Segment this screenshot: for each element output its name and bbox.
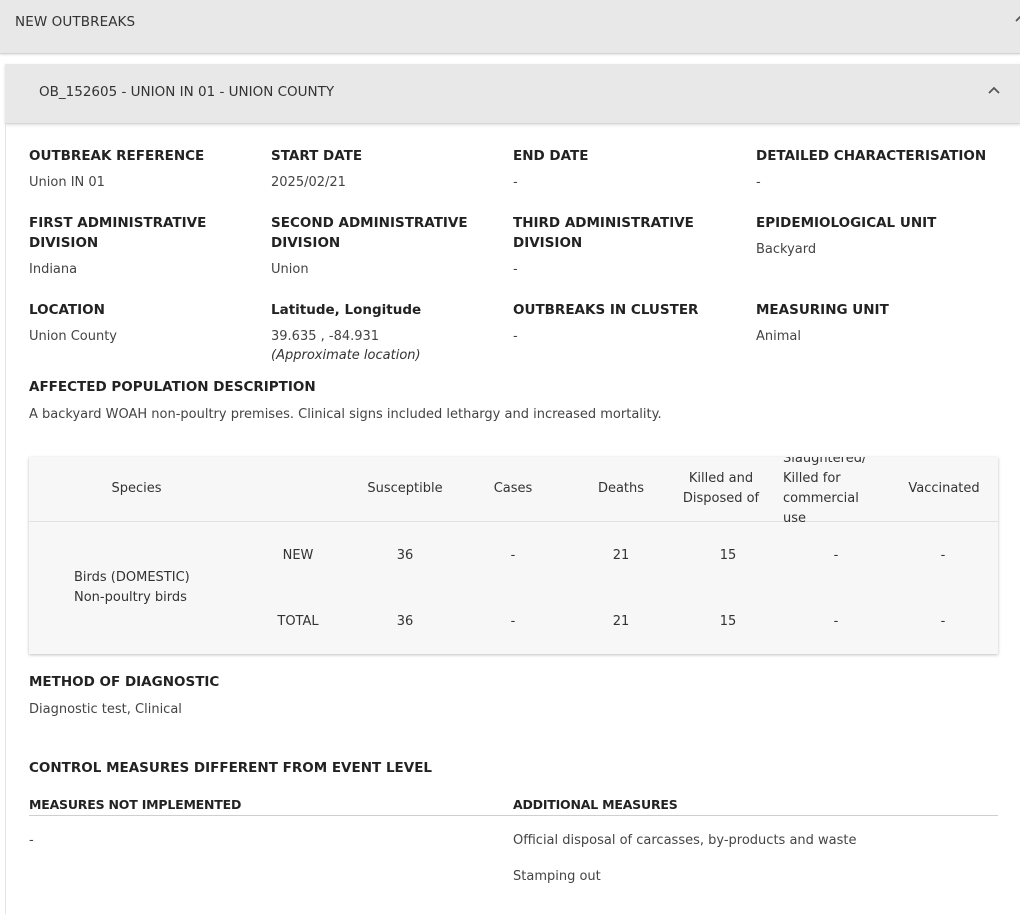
field-first-admin-division: FIRST ADMINISTRATIVE DIVISION Indiana — [29, 213, 229, 280]
field-label: START DATE — [271, 148, 363, 164]
additional-measures-heading: ADDITIONAL MEASURES — [513, 797, 678, 812]
field-location: LOCATION Union County — [29, 300, 269, 347]
header-susceptible: Susceptible — [367, 481, 443, 496]
field-label: FIRST ADMINISTRATIVE DIVISION — [29, 215, 207, 251]
header-deaths: Deaths — [597, 481, 645, 496]
cell-cases: - — [510, 614, 516, 629]
species-table: Species Susceptible Cases Deaths Killed … — [29, 457, 998, 654]
field-label: MEASURING UNIT — [756, 302, 889, 318]
field-lat-long: Latitude, Longitude 39.635 , -84.931 (Ap… — [271, 300, 511, 365]
field-end-date: END DATE - — [513, 146, 753, 193]
field-value: 2025/02/21 — [271, 175, 346, 190]
measures-not-implemented-heading: MEASURES NOT IMPLEMENTED — [29, 797, 242, 812]
field-value: - — [513, 329, 518, 344]
diagnostic-text: Diagnostic test, Clinical — [29, 702, 182, 717]
field-measuring-unit: MEASURING UNIT Animal — [756, 300, 996, 347]
field-value: Union — [271, 262, 309, 277]
field-label: THIRD ADMINISTRATIVE DIVISION — [513, 215, 694, 251]
field-value: - — [513, 262, 518, 277]
field-value: Backyard — [756, 242, 817, 257]
header-slaughtered: Slaughtered/ Killed for commercial use — [783, 457, 867, 526]
cell-deaths: 21 — [612, 548, 630, 563]
header-species: Species — [111, 481, 162, 496]
field-label: OUTBREAK REFERENCE — [29, 148, 205, 164]
field-value: 39.635 , -84.931 — [271, 329, 380, 344]
cell-slaughtered: - — [833, 548, 839, 563]
table-header-row: Species Susceptible Cases Deaths Killed … — [29, 457, 998, 526]
species-subtype: Non-poultry birds — [74, 590, 187, 605]
field-value: - — [756, 175, 761, 190]
approximate-location-note: (Approximate location) — [271, 348, 421, 363]
field-value: Indiana — [29, 262, 78, 277]
cell-deaths: 21 — [612, 614, 630, 629]
affected-population-title: AFFECTED POPULATION DESCRIPTION — [29, 379, 316, 395]
field-value: Union County — [29, 329, 117, 344]
additional-measure-item: Official disposal of carcasses, by-produ… — [513, 833, 857, 848]
cell-susceptible: 36 — [396, 614, 414, 629]
field-label: Latitude, Longitude — [271, 302, 422, 318]
row-label: TOTAL — [277, 614, 319, 629]
cell-slaughtered: - — [833, 614, 839, 629]
field-second-admin-division: SECOND ADMINISTRATIVE DIVISION Union — [271, 213, 486, 280]
field-detailed-characterisation: DETAILED CHARACTERISATION - — [756, 146, 1018, 193]
header-cases: Cases — [493, 481, 533, 496]
field-label: LOCATION — [29, 302, 105, 318]
chevron-up-icon[interactable] — [986, 82, 1002, 98]
cell-cases: - — [510, 548, 516, 563]
field-third-admin-division: THIRD ADMINISTRATIVE DIVISION - — [513, 213, 718, 280]
field-label: EPIDEMIOLOGICAL UNIT — [756, 215, 937, 231]
divider — [29, 815, 998, 816]
cell-killed: 15 — [719, 614, 737, 629]
affected-population-text: A backyard WOAH non-poultry premises. Cl… — [29, 407, 662, 422]
field-start-date: START DATE 2025/02/21 — [271, 146, 511, 193]
chevron-up-icon[interactable] — [1008, 10, 1020, 22]
field-value: - — [513, 175, 518, 190]
field-value: Union IN 01 — [29, 175, 105, 190]
field-label: SECOND ADMINISTRATIVE DIVISION — [271, 215, 468, 251]
diagnostic-title: METHOD OF DIAGNOSTIC — [29, 674, 220, 690]
new-outbreaks-header[interactable]: NEW OUTBREAKS — [0, 0, 1020, 54]
cell-killed: 15 — [719, 548, 737, 563]
outbreak-title: OB_152605 - UNION IN 01 - UNION COUNTY — [39, 84, 335, 100]
not-implemented-item: - — [29, 833, 34, 848]
field-outbreak-reference: OUTBREAK REFERENCE Union IN 01 — [29, 146, 269, 193]
field-epidemiological-unit: EPIDEMIOLOGICAL UNIT Backyard — [756, 213, 1018, 260]
field-label: DETAILED CHARACTERISATION — [756, 148, 987, 164]
field-outbreaks-in-cluster: OUTBREAKS IN CLUSTER - — [513, 300, 753, 347]
species-name-cell: Birds (DOMESTIC) Non-poultry birds — [74, 568, 190, 608]
cell-vaccinated: - — [940, 548, 946, 563]
species-name: Birds (DOMESTIC) — [74, 570, 190, 585]
field-label: OUTBREAKS IN CLUSTER — [513, 302, 699, 318]
header-killed-disposed: Killed and Disposed of — [682, 471, 760, 506]
field-label: END DATE — [513, 148, 589, 164]
header-vaccinated: Vaccinated — [908, 481, 980, 496]
row-label: NEW — [282, 548, 314, 563]
control-measures-title: CONTROL MEASURES DIFFERENT FROM EVENT LE… — [29, 760, 433, 776]
field-value: Animal — [756, 329, 801, 344]
additional-measure-item: Stamping out — [513, 869, 601, 884]
outbreak-header[interactable]: OB_152605 - UNION IN 01 - UNION COUNTY — [5, 64, 1020, 124]
cell-vaccinated: - — [940, 614, 946, 629]
cell-susceptible: 36 — [396, 548, 414, 563]
new-outbreaks-title: NEW OUTBREAKS — [15, 14, 136, 30]
panel-border — [5, 124, 6, 914]
